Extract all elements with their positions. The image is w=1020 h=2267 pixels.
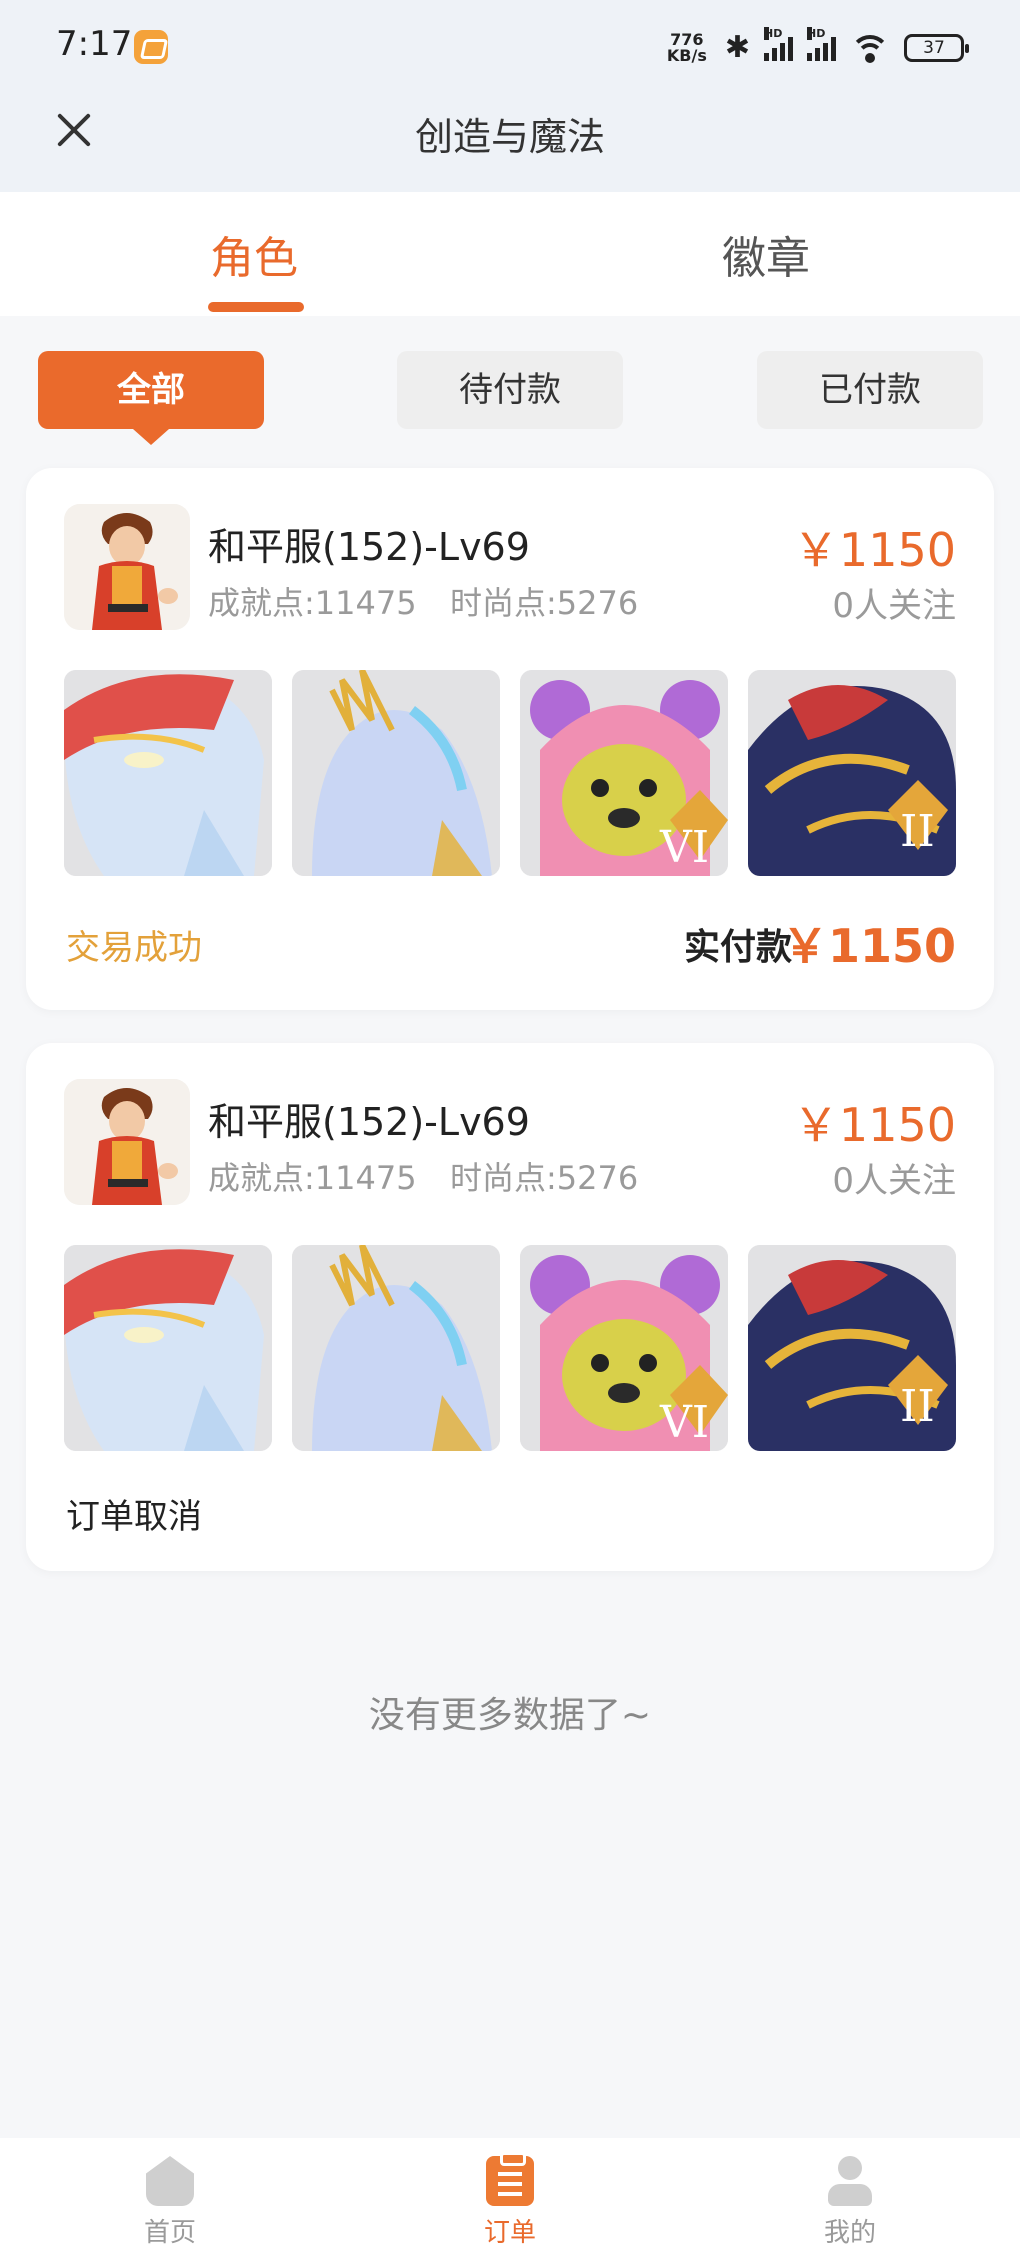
thumbnail-pink-bear: VI (520, 670, 728, 876)
follower-count: 0人关注 (832, 1161, 956, 1201)
character-name: 和平服(152)-Lv69 (208, 525, 530, 569)
bottom-navigation: 首页 订单 我的 (0, 2138, 1020, 2267)
thumbnail-fish-mount (64, 670, 272, 876)
fashion-points: 时尚点:5276 (450, 584, 639, 622)
achievement-points: 成就点:11475 (208, 584, 417, 622)
thumbnail-dragon: II (748, 670, 956, 876)
system-icons: 776 KB/s ✱ HD HD 37 (663, 27, 969, 66)
order-status-success: 交易成功 (66, 928, 202, 968)
tab-badge[interactable]: 徽章 (616, 222, 916, 286)
person-icon (826, 2156, 874, 2206)
bear-badge: VI (659, 822, 709, 873)
home-icon (146, 2156, 194, 2206)
thumbnail-dragon: II (748, 1245, 956, 1451)
order-price: ￥1150 (792, 523, 956, 577)
dragon-badge: II (900, 1381, 935, 1432)
category-tabs: 角色 徽章 (0, 192, 1020, 316)
nav-home[interactable]: 首页 (90, 2156, 250, 2249)
filter-pending[interactable]: 待付款 (397, 351, 623, 429)
order-icon (486, 2152, 534, 2206)
nav-orders[interactable]: 订单 (430, 2152, 590, 2249)
follower-count: 0人关注 (832, 586, 956, 626)
dragon-badge: II (900, 806, 935, 857)
top-bar: 7:17 776 KB/s ✱ HD HD 37 创造与魔法 (0, 0, 1020, 192)
wifi-icon (850, 33, 890, 63)
nav-orders-label: 订单 (483, 2218, 536, 2248)
thumbnail-fish-mount (64, 1245, 272, 1451)
tab-indicator (208, 302, 304, 312)
thumbnail-horse-mount (292, 1245, 500, 1451)
nav-home-label: 首页 (143, 2218, 196, 2248)
character-name: 和平服(152)-Lv69 (208, 1100, 530, 1144)
order-status-cancelled: 订单取消 (66, 1497, 202, 1537)
bluetooth-icon: ✱ (724, 30, 750, 65)
thumbnail-horse-mount (292, 670, 500, 876)
paid-amount: ￥1150 (781, 919, 956, 973)
signal-icon: HD (764, 27, 793, 61)
network-speed: 776 KB/s (666, 30, 707, 65)
battery-icon: 37 (904, 34, 969, 62)
tab-role[interactable]: 角色 (104, 222, 404, 286)
achievement-points: 成就点:11475 (208, 1159, 417, 1197)
signal-icon-2: HD (807, 27, 836, 61)
no-more-data-text: 没有更多数据了~ (368, 1695, 652, 1736)
filter-paid[interactable]: 已付款 (757, 351, 983, 429)
thumbnail-pink-bear: VI (520, 1245, 728, 1451)
status-bar: 7:17 776 KB/s ✱ HD HD 37 (0, 0, 1020, 96)
nav-me[interactable]: 我的 (770, 2156, 930, 2249)
paid-label: 实付款 (684, 927, 793, 968)
character-avatar (64, 1079, 190, 1205)
order-card[interactable]: 和平服(152)-Lv69 成就点:11475 时尚点:5276 ￥1150 0… (26, 1043, 994, 1571)
page-title: 创造与魔法 (414, 115, 605, 159)
bear-badge: VI (659, 1397, 709, 1448)
filter-all[interactable]: 全部 (38, 351, 264, 445)
status-time: 7:17 (56, 24, 133, 64)
app-notification-icon (134, 30, 168, 64)
order-card[interactable]: 和平服(152)-Lv69 成就点:11475 时尚点:5276 ￥1150 0… (26, 468, 994, 1010)
nav-me-label: 我的 (823, 2218, 876, 2248)
character-avatar (64, 504, 190, 630)
fashion-points: 时尚点:5276 (450, 1159, 639, 1197)
order-price: ￥1150 (792, 1098, 956, 1152)
